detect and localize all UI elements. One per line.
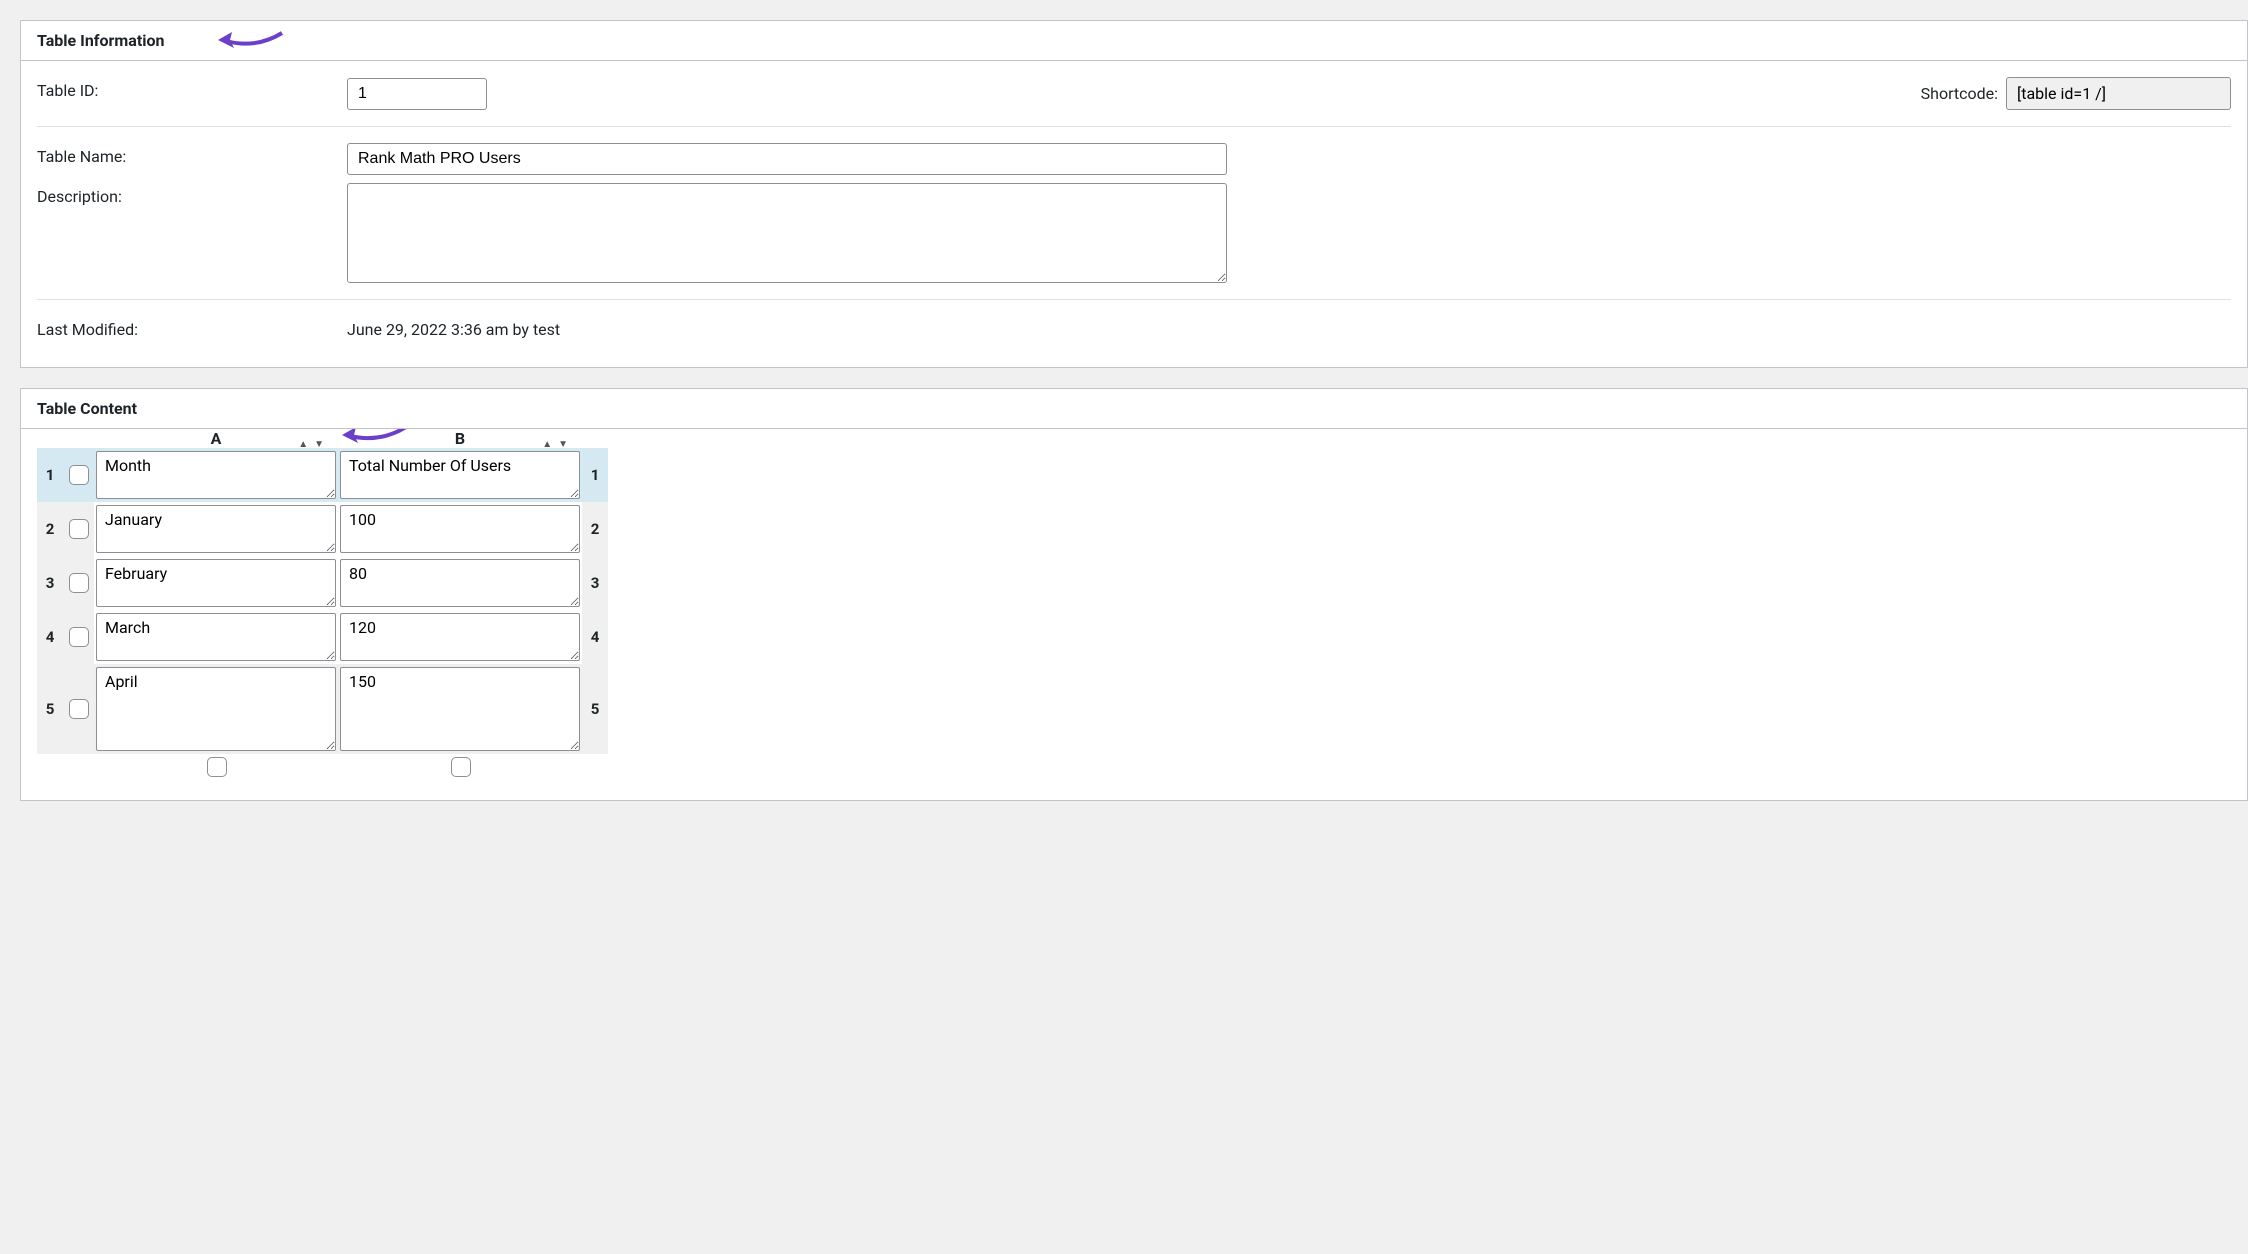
shortcode-group: Shortcode: [1921,77,2231,110]
select-row-checkbox[interactable] [69,465,89,485]
description-label: Description: [37,183,347,206]
data-cell [338,556,582,610]
cell-textarea[interactable] [340,505,580,553]
sort-asc-icon[interactable]: ▲ [540,439,556,450]
data-cell [94,664,338,754]
cell-textarea[interactable] [96,559,336,607]
column-select-row [37,754,608,780]
data-cell [94,610,338,664]
table-row: 55 [37,664,608,754]
cell-textarea[interactable] [340,559,580,607]
row-description: Description: [37,179,2231,300]
panel-title-text: Table Content [37,399,137,418]
select-row-checkbox[interactable] [69,627,89,647]
content-grid: A ▲▼ B ▲▼ 1122334455 [37,429,608,780]
last-modified-label: Last Modified: [37,316,347,339]
annotation-arrow-icon [216,27,284,53]
row-select-cell [63,448,94,502]
table-name-input[interactable] [347,143,1227,175]
column-header-A[interactable]: A ▲▼ [94,429,338,448]
column-header-row: A ▲▼ B ▲▼ [37,429,608,448]
cell-textarea[interactable] [340,451,580,499]
data-cell [338,502,582,556]
cell-textarea[interactable] [340,667,580,751]
sort-controls-A[interactable]: ▲▼ [296,439,328,450]
cell-textarea[interactable] [96,667,336,751]
shortcode-label: Shortcode: [1921,84,1998,103]
row-last-modified: Last Modified: June 29, 2022 3:36 am by … [37,300,2231,355]
sort-desc-icon[interactable]: ▼ [556,439,572,450]
data-cell [94,448,338,502]
table-content-body: A ▲▼ B ▲▼ 1122334455 [21,429,2247,800]
column-label: B [455,429,465,448]
table-row: 33 [37,556,608,610]
table-information-title: Table Information [21,21,2247,61]
select-row-checkbox[interactable] [69,699,89,719]
data-cell [338,610,582,664]
row-select-cell [63,610,94,664]
row-table-id: Table ID: Shortcode: [37,61,2231,127]
row-number-left[interactable]: 2 [37,502,63,556]
table-information-body: Table ID: Shortcode: Table Name: Descrip… [21,61,2247,367]
table-content-title: Table Content [21,389,2247,429]
column-label: A [211,429,222,448]
last-modified-value: June 29, 2022 3:36 am by test [347,316,560,339]
data-cell [338,664,582,754]
row-number-right[interactable]: 2 [582,502,608,556]
cell-textarea[interactable] [340,613,580,661]
cell-textarea[interactable] [96,451,336,499]
row-table-name: Table Name: [37,127,2231,179]
data-cell [94,502,338,556]
description-textarea[interactable] [347,183,1227,283]
row-number-left[interactable]: 5 [37,664,63,754]
table-name-label: Table Name: [37,143,347,166]
row-number-left[interactable]: 4 [37,610,63,664]
select-row-checkbox[interactable] [69,573,89,593]
table-id-input[interactable] [347,78,487,110]
row-select-cell [63,664,94,754]
table-row: 44 [37,610,608,664]
row-select-cell [63,502,94,556]
panel-title-text: Table Information [37,31,165,50]
row-number-right[interactable]: 5 [582,664,608,754]
row-select-cell [63,556,94,610]
row-number-left[interactable]: 3 [37,556,63,610]
select-row-checkbox[interactable] [69,519,89,539]
row-number-right[interactable]: 4 [582,610,608,664]
select-column-B-checkbox[interactable] [451,757,471,777]
row-number-left[interactable]: 1 [37,448,63,502]
shortcode-output[interactable] [2006,77,2231,110]
select-column-A-checkbox[interactable] [207,757,227,777]
row-number-right[interactable]: 3 [582,556,608,610]
table-id-label: Table ID: [37,77,347,100]
row-number-right[interactable]: 1 [582,448,608,502]
table-information-panel: Table Information Table ID: Shortcode: T… [20,20,2248,368]
table-content-panel: Table Content A ▲▼ B ▲▼ [20,388,2248,801]
cell-textarea[interactable] [96,505,336,553]
data-cell [94,556,338,610]
data-cell [338,448,582,502]
sort-controls-B[interactable]: ▲▼ [540,439,572,450]
table-row: 11 [37,448,608,502]
cell-textarea[interactable] [96,613,336,661]
sort-asc-icon[interactable]: ▲ [296,439,312,450]
table-row: 22 [37,502,608,556]
column-header-B[interactable]: B ▲▼ [338,429,582,448]
sort-desc-icon[interactable]: ▼ [312,439,328,450]
